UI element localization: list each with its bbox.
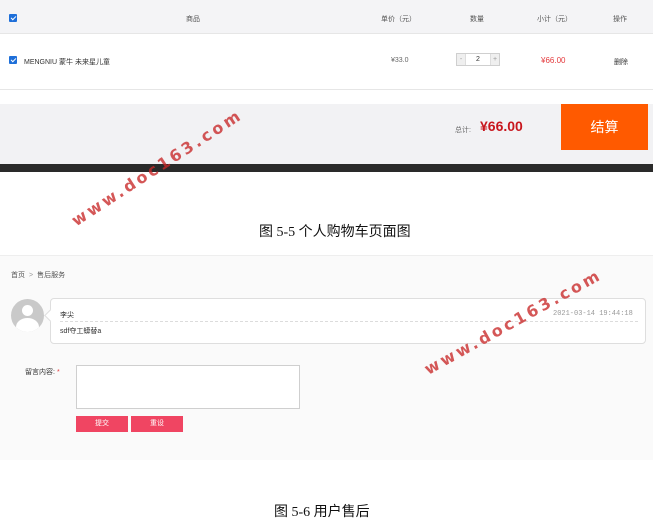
breadcrumb-current: 售后服务 xyxy=(37,272,66,279)
user-avatar-icon xyxy=(11,299,44,332)
avatar-body xyxy=(16,318,39,332)
comment-text: sdf夺工蟒替a xyxy=(60,328,102,335)
figure-caption-5-5: 图 5-5 个人购物车页面图 xyxy=(259,225,411,240)
item-subtotal: ¥66.00 xyxy=(541,56,566,65)
submit-button[interactable]: 提交 xyxy=(76,416,128,432)
quantity-input[interactable]: 2 xyxy=(466,54,490,65)
cart-summary-bar xyxy=(0,104,653,164)
product-name-link[interactable]: MENGNIU 蒙牛 未来星儿童 xyxy=(24,57,110,67)
quantity-stepper: - 2 + xyxy=(456,53,500,66)
figure-caption-5-6: 图 5-6 用户售后 xyxy=(274,505,370,520)
decrease-quantity-button[interactable]: - xyxy=(457,54,466,65)
breadcrumb: 首页 > 售后服务 xyxy=(11,270,65,280)
required-mark: * xyxy=(56,369,60,376)
checkout-button[interactable]: 结算 xyxy=(561,104,648,150)
column-header-unit-price: 单价（元） xyxy=(381,16,416,23)
column-header-subtotal: 小计（元） xyxy=(537,16,572,23)
column-header-product: 商品 xyxy=(186,16,200,23)
select-all-checkbox[interactable] xyxy=(9,14,17,22)
column-header-quantity: 数量 xyxy=(470,16,484,23)
breadcrumb-home-link[interactable]: 首页 xyxy=(11,272,25,279)
item-checkbox[interactable] xyxy=(9,56,17,64)
avatar-head xyxy=(22,305,33,316)
message-label: 留言内容: * xyxy=(25,367,60,377)
delete-item-link[interactable]: 删除 xyxy=(614,57,628,67)
comment-timestamp: 2021-03-14 19:44:18 xyxy=(553,310,633,318)
message-label-text: 留言内容: xyxy=(25,369,55,376)
comment-author: 李尖 xyxy=(60,312,74,319)
column-header-action: 操作 xyxy=(613,16,627,23)
unit-price: ¥33.0 xyxy=(391,57,409,64)
reset-button[interactable]: 重设 xyxy=(131,416,183,432)
total-amount: ¥66.00 xyxy=(480,118,523,134)
footer-divider-band xyxy=(0,164,653,172)
message-textarea[interactable] xyxy=(76,365,300,409)
total-label: 总计: xyxy=(455,127,471,134)
breadcrumb-separator: > xyxy=(29,272,34,279)
increase-quantity-button[interactable]: + xyxy=(490,54,499,65)
comment-divider xyxy=(60,321,638,322)
